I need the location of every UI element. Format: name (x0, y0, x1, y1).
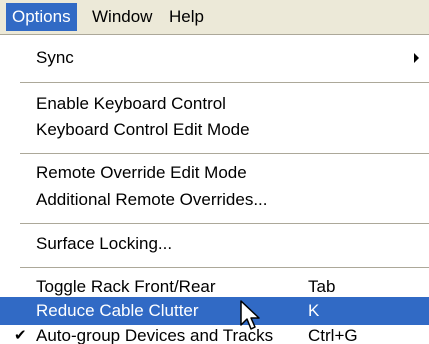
menu-item-reduce-cable-clutter[interactable]: Reduce Cable Clutter K (0, 297, 429, 325)
checkmark-icon: ✔ (14, 327, 27, 344)
menu-options[interactable]: Options (6, 3, 77, 31)
menu-item-auto-group-devices-and-tracks[interactable]: ✔ Auto-group Devices and Tracks Ctrl+G (0, 322, 429, 344)
menu-window[interactable]: Window (86, 3, 158, 31)
menu-item-label: Surface Locking... (36, 234, 173, 253)
menu-item-remote-override-edit-mode[interactable]: Remote Override Edit Mode (0, 159, 429, 187)
menu-bar: Options Window Help (0, 0, 429, 34)
menu-item-additional-remote-overrides[interactable]: Additional Remote Overrides... (0, 186, 429, 214)
menu-item-surface-locking[interactable]: Surface Locking... (0, 230, 429, 258)
submenu-arrow-icon (414, 53, 419, 63)
menu-separator (20, 82, 429, 83)
menu-separator (20, 267, 429, 268)
menu-separator (20, 223, 429, 224)
menu-separator (20, 153, 429, 154)
menu-help[interactable]: Help (163, 3, 210, 31)
menu-item-keyboard-control-edit-mode[interactable]: Keyboard Control Edit Mode (0, 116, 429, 144)
menu-item-label: Reduce Cable Clutter (36, 301, 199, 320)
app-window: Options Window Help Sync Enable Keyboard… (0, 0, 429, 344)
mouse-pointer-icon (240, 300, 260, 330)
menu-item-enable-keyboard-control[interactable]: Enable Keyboard Control (0, 90, 429, 118)
menu-item-sync[interactable]: Sync (0, 44, 429, 72)
menu-item-shortcut: Ctrl+G (308, 326, 358, 344)
menu-item-label: Remote Override Edit Mode (36, 163, 247, 182)
menu-item-label: Enable Keyboard Control (36, 94, 226, 113)
menu-item-shortcut: K (308, 301, 320, 320)
menu-item-label: Sync (36, 48, 74, 67)
menu-item-label: Auto-group Devices and Tracks (36, 326, 274, 344)
menu-item-label: Keyboard Control Edit Mode (36, 120, 250, 139)
options-dropdown: Sync Enable Keyboard Control Keyboard Co… (0, 34, 429, 344)
menu-item-label: Additional Remote Overrides... (36, 190, 268, 209)
